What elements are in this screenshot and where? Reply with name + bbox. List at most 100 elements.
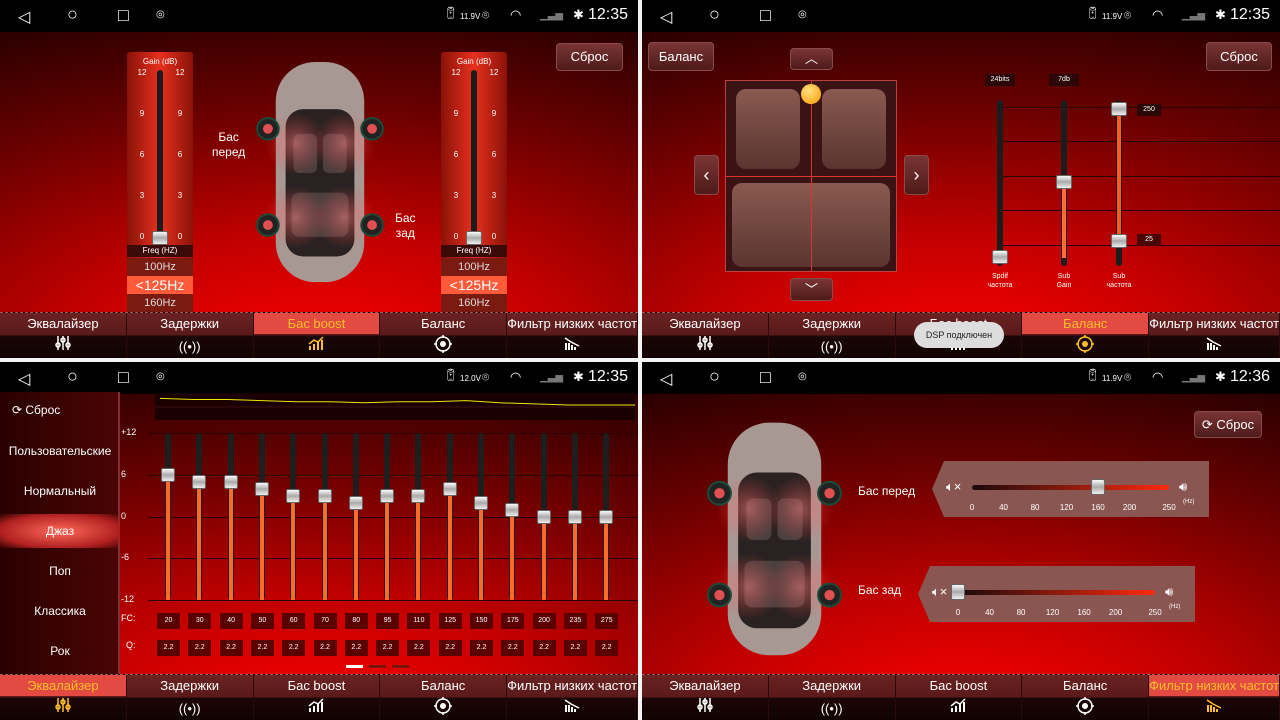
freq-option[interactable]: 100Hz — [127, 258, 193, 276]
tab-1[interactable]: Задержки ((•)) — [127, 675, 254, 720]
fc-value[interactable]: 60 — [282, 613, 306, 629]
tab-0[interactable]: Эквалайзер — [0, 675, 127, 720]
tab-0[interactable]: Эквалайзер — [642, 675, 769, 720]
spdif-knob[interactable] — [992, 250, 1008, 264]
down-arrow-button[interactable]: ﹀ — [790, 278, 833, 301]
fc-value[interactable]: 30 — [188, 613, 212, 629]
reset-button[interactable]: ⟳ Сброс — [1194, 411, 1262, 438]
eq-band-knob[interactable] — [254, 481, 269, 496]
q-value[interactable]: 2.2 — [250, 640, 274, 656]
balance-point-handle[interactable] — [801, 84, 821, 104]
q-value[interactable]: 2.2 — [563, 640, 587, 656]
fc-value[interactable]: 95 — [376, 613, 400, 629]
sub-freq-low-knob[interactable] — [1111, 234, 1127, 248]
recents-icon[interactable]: □ — [760, 5, 771, 26]
tab-4[interactable]: Фильтр низких частот — [1149, 675, 1280, 720]
mute-icon[interactable]: 🔈︎× — [932, 584, 947, 600]
balance-button[interactable]: Баланс — [648, 42, 714, 71]
left-arrow-button[interactable]: ‹ — [694, 155, 719, 195]
eq-band-knob[interactable] — [505, 502, 520, 517]
tab-1[interactable]: Задержки ((•)) — [769, 675, 896, 720]
fc-value[interactable]: 20 — [157, 613, 180, 629]
freq-option[interactable]: 160Hz — [441, 294, 507, 312]
page-indicator[interactable] — [392, 665, 409, 668]
eq-band-knob[interactable] — [161, 467, 175, 482]
back-icon[interactable]: ◁ — [660, 7, 672, 27]
preset-item[interactable]: Пользовательские — [0, 434, 120, 468]
tab-2[interactable]: Бас boost — [254, 675, 381, 720]
tab-3[interactable]: Баланс — [380, 675, 508, 720]
tab-1[interactable]: Задержки ((•)) — [769, 313, 896, 358]
tab-3[interactable]: Баланс — [1022, 313, 1150, 358]
rear-gain-knob[interactable] — [466, 231, 482, 245]
eq-band-knob[interactable] — [286, 488, 301, 503]
fc-value[interactable]: 80 — [344, 613, 368, 629]
preset-item[interactable]: Рок — [0, 634, 120, 668]
fc-value[interactable]: 150 — [470, 613, 493, 629]
tab-2[interactable]: Бас boost — [253, 313, 381, 358]
eq-band-knob[interactable] — [411, 488, 426, 503]
eq-band-knob[interactable] — [442, 481, 457, 496]
tab-0[interactable]: Эквалайзер — [0, 313, 127, 358]
preset-item[interactable]: Джаз — [0, 514, 120, 548]
fc-value[interactable]: 110 — [407, 613, 431, 629]
preset-item[interactable]: Нормальный — [0, 474, 120, 508]
sub-freq-high-knob[interactable] — [1111, 102, 1127, 116]
front-slider-knob[interactable] — [1091, 479, 1106, 495]
eq-band-knob[interactable] — [223, 474, 238, 489]
eq-band-knob[interactable] — [536, 509, 551, 524]
tab-0[interactable]: Эквалайзер — [642, 313, 769, 358]
freq-option[interactable]: <125Hz — [127, 276, 193, 294]
fc-value[interactable]: 70 — [313, 613, 337, 629]
q-value[interactable]: 2.2 — [595, 640, 619, 656]
right-arrow-button[interactable]: › — [904, 155, 929, 195]
page-indicator-active[interactable] — [346, 665, 363, 668]
fc-value[interactable]: 175 — [501, 613, 525, 629]
q-value[interactable]: 2.2 — [470, 640, 493, 656]
reset-button[interactable]: Сброс — [1206, 42, 1272, 71]
freq-option[interactable]: <125Hz — [441, 276, 507, 294]
tab-4[interactable]: Фильтр низких частот — [507, 675, 638, 720]
front-gain-track[interactable] — [157, 70, 163, 238]
volume-icon[interactable]: 🔊︎ — [1165, 584, 1173, 600]
q-value[interactable]: 2.2 — [376, 640, 400, 656]
recents-icon[interactable]: □ — [118, 367, 129, 388]
q-value[interactable]: 2.2 — [188, 640, 212, 656]
q-value[interactable]: 2.2 — [313, 640, 337, 656]
page-indicator[interactable] — [369, 665, 386, 668]
tab-4[interactable]: Фильтр низких частот — [1149, 313, 1280, 358]
preset-item[interactable]: Поп — [0, 554, 120, 588]
tab-4[interactable]: Фильтр низких частот — [507, 313, 638, 358]
slider-track-0[interactable] — [997, 100, 1003, 266]
q-value[interactable]: 2.2 — [501, 640, 525, 656]
freq-option[interactable]: 160Hz — [127, 294, 193, 312]
tab-3[interactable]: Баланс — [1022, 675, 1150, 720]
seat-balance-grid[interactable] — [725, 80, 897, 272]
front-slider-track[interactable] — [972, 485, 1169, 490]
sub-gain-knob[interactable] — [1056, 175, 1072, 189]
rear-slider-track[interactable] — [958, 590, 1155, 595]
q-value[interactable]: 2.2 — [219, 640, 243, 656]
eq-band-knob[interactable] — [192, 474, 207, 489]
back-icon[interactable]: ◁ — [18, 369, 30, 389]
back-icon[interactable]: ◁ — [18, 7, 30, 27]
up-arrow-button[interactable]: ︿ — [790, 48, 833, 70]
q-value[interactable]: 2.2 — [407, 640, 431, 656]
freq-option[interactable]: 100Hz — [441, 258, 507, 276]
q-value[interactable]: 2.2 — [282, 640, 306, 656]
q-value[interactable]: 2.2 — [438, 640, 462, 656]
reset-button[interactable]: Сброс — [556, 43, 623, 71]
home-icon[interactable]: ○ — [709, 366, 720, 387]
eq-band-knob[interactable] — [380, 488, 395, 503]
front-gain-knob[interactable] — [152, 231, 168, 245]
home-icon[interactable]: ○ — [709, 4, 720, 25]
fc-value[interactable]: 275 — [595, 613, 619, 629]
mute-icon[interactable]: 🔈︎× — [946, 479, 961, 495]
eq-band-knob[interactable] — [567, 509, 582, 524]
tab-3[interactable]: Баланс — [380, 313, 508, 358]
recents-icon[interactable]: □ — [760, 367, 771, 388]
fc-value[interactable]: 40 — [219, 613, 243, 629]
home-icon[interactable]: ○ — [67, 366, 78, 387]
q-value[interactable]: 2.2 — [157, 640, 180, 656]
back-icon[interactable]: ◁ — [660, 369, 672, 389]
